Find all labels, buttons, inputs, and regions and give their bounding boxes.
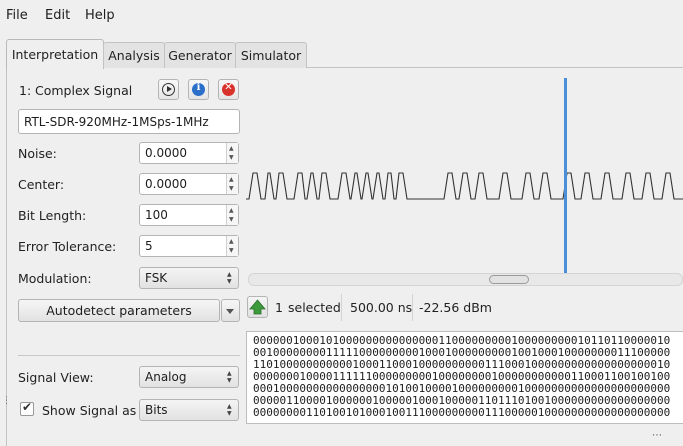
selected-count: 1 (275, 300, 283, 315)
scrollbar-thumb[interactable] (489, 275, 529, 284)
modulation-label: Modulation: (18, 271, 92, 286)
center-value: 0.0000 (145, 177, 187, 191)
signal-view-value: Analog (145, 370, 187, 384)
signal-name-field[interactable]: RTL-SDR-920MHz-1MSps-1MHz (18, 109, 240, 134)
modulation-select[interactable]: FSK ▲ ▼ (139, 267, 239, 289)
tab-simulator[interactable]: Simulator (235, 42, 307, 68)
bit-length-value: 100 (145, 208, 168, 222)
bits-line: 0010000000011111000000000100010000000001… (253, 346, 671, 359)
center-label: Center: (18, 177, 65, 192)
status-separator (412, 294, 413, 321)
error-tolerance-spin-arrows[interactable]: ▲ ▼ (226, 236, 238, 256)
center-spinbox[interactable]: 0.0000 ▲ ▼ (139, 173, 239, 195)
selection-duration: 500.00 ns (350, 300, 413, 315)
autodetect-menu-button[interactable] (221, 299, 240, 322)
tab-analysis[interactable]: Analysis (103, 42, 165, 68)
bit-length-label: Bit Length: (18, 208, 87, 223)
selected-label: selected (288, 300, 341, 315)
show-signal-checkbox[interactable]: ✔ (20, 400, 34, 416)
signal-name-value: RTL-SDR-920MHz-1MSps-1MHz (24, 115, 209, 129)
bits-line: 0000000100001111110000000001000000001000… (253, 370, 671, 383)
bits-line: 0000011000010000001000001000100000110111… (253, 394, 671, 407)
select-arrows-icon: ▲ ▼ (227, 403, 232, 417)
menu-bar: File Edit Help (0, 0, 683, 32)
green-arrow-up-icon (249, 299, 266, 315)
menu-file[interactable]: File (6, 8, 28, 23)
tab-generator[interactable]: Generator (164, 42, 236, 68)
error-tolerance-label: Error Tolerance: (18, 239, 117, 254)
checkmark-icon: ✔ (22, 400, 33, 414)
close-signal-button[interactable]: ✕ (218, 79, 239, 100)
show-signal-select[interactable]: Bits ▲ ▼ (139, 399, 239, 421)
info-icon: i (192, 82, 205, 96)
tab-bar: Interpretation Analysis Generator Simula… (6, 39, 683, 69)
horizontal-scrollbar[interactable] (248, 273, 683, 286)
signal-index: 1: (19, 83, 32, 98)
play-icon (162, 83, 175, 96)
noise-spin-arrows[interactable]: ▲ ▼ (226, 143, 238, 163)
tab-panel-left-border (6, 67, 7, 446)
signal-view[interactable] (246, 75, 683, 275)
error-tolerance-spinbox[interactable]: 5 ▲ ▼ (139, 235, 239, 257)
signal-waveform (246, 172, 683, 200)
error-tolerance-value: 5 (145, 239, 153, 253)
menu-help[interactable]: Help (85, 8, 115, 23)
noise-value: 0.0000 (145, 146, 187, 160)
bits-line: 1101000000000001000110001000000000011100… (253, 358, 671, 371)
show-selection-button[interactable] (247, 296, 268, 318)
left-pane-separator (18, 355, 240, 356)
noise-spinbox[interactable]: 0.0000 ▲ ▼ (139, 142, 239, 164)
close-icon: ✕ (222, 82, 235, 96)
splitter-handle[interactable]: ⋮ (2, 397, 11, 406)
show-signal-value: Bits (145, 403, 168, 417)
resize-grip[interactable]: ⋯ (652, 430, 663, 441)
bits-line: 0001000000000000000010100100001000000000… (253, 382, 671, 395)
selection-power: -22.56 dBm (419, 300, 492, 315)
bits-line: 0000000011010010100010011100000000011100… (253, 406, 671, 419)
show-signal-label: Show Signal as (42, 403, 137, 418)
signal-view-select[interactable]: Analog ▲ ▼ (139, 366, 239, 388)
info-button[interactable]: i (188, 79, 209, 100)
modulation-value: FSK (145, 271, 168, 285)
autodetect-button[interactable]: Autodetect parameters (18, 299, 220, 322)
select-arrows-icon: ▲ ▼ (227, 271, 232, 285)
bit-length-spin-arrows[interactable]: ▲ ▼ (226, 205, 238, 225)
chevron-down-icon (226, 309, 234, 314)
signal-type-label: Complex Signal (35, 83, 133, 98)
bit-length-spinbox[interactable]: 100 ▲ ▼ (139, 204, 239, 226)
center-spin-arrows[interactable]: ▲ ▼ (226, 174, 238, 194)
status-separator (341, 294, 342, 321)
tab-interpretation[interactable]: Interpretation (6, 39, 104, 69)
protocol-bits-view[interactable]: 0000001000101000000000000000110000000001… (246, 331, 683, 424)
select-arrows-icon: ▲ ▼ (227, 370, 232, 384)
menu-edit[interactable]: Edit (45, 8, 70, 23)
signal-view-label: Signal View: (18, 370, 94, 385)
bits-line: 0000001000101000000000000000110000000001… (253, 334, 671, 347)
selection-marker[interactable] (564, 78, 567, 275)
play-button[interactable] (158, 79, 179, 100)
noise-label: Noise: (18, 146, 57, 161)
